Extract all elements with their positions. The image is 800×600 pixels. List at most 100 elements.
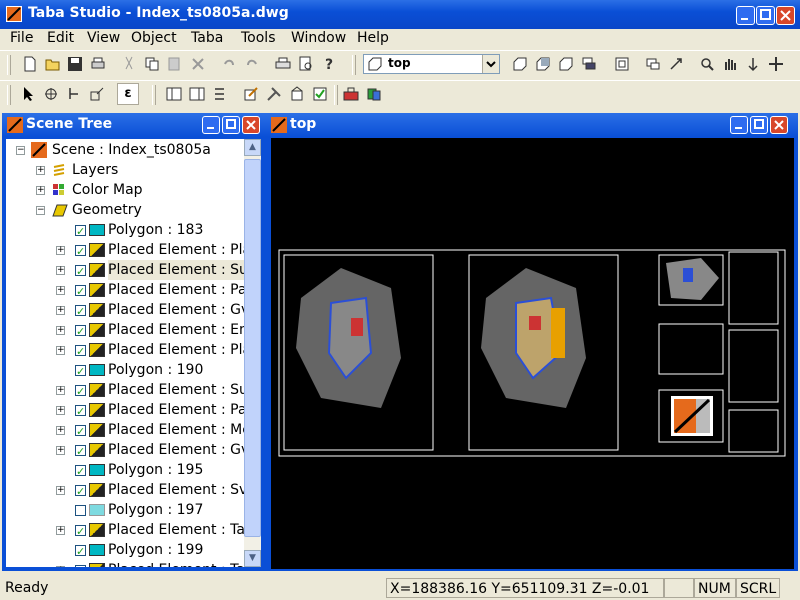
- expand-icon[interactable]: +: [56, 286, 65, 295]
- blank-sheet-2[interactable]: [658, 323, 724, 375]
- select-branch-icon[interactable]: [66, 86, 82, 102]
- pane-close-button[interactable]: [242, 116, 260, 134]
- visibility-checkbox[interactable]: [75, 562, 86, 567]
- visibility-checkbox[interactable]: [75, 342, 86, 362]
- expand-icon[interactable]: +: [56, 566, 65, 567]
- layer-export-icon[interactable]: [343, 86, 359, 102]
- print-icon[interactable]: [275, 56, 291, 72]
- pan-hand-icon[interactable]: [722, 56, 738, 72]
- visibility-checkbox[interactable]: [75, 482, 86, 502]
- view-front-icon[interactable]: [512, 56, 528, 72]
- menu-view[interactable]: View: [87, 29, 120, 48]
- move-icon[interactable]: [768, 56, 784, 72]
- cut-icon[interactable]: [121, 56, 137, 72]
- blank-sheet-3[interactable]: [728, 329, 779, 403]
- visibility-checkbox[interactable]: [75, 382, 86, 402]
- edit-properties-icon[interactable]: [243, 86, 259, 102]
- visibility-checkbox[interactable]: [75, 302, 86, 322]
- expand-icon[interactable]: +: [56, 406, 65, 415]
- settings-icon[interactable]: [289, 86, 305, 102]
- tree-icon[interactable]: [212, 86, 228, 102]
- expand-icon[interactable]: +: [36, 186, 45, 195]
- view-select[interactable]: top: [363, 54, 500, 74]
- text-mode-button[interactable]: ε: [117, 83, 139, 105]
- redo-icon[interactable]: [244, 56, 260, 72]
- zoom-icon[interactable]: [699, 56, 715, 72]
- expand-icon[interactable]: +: [56, 246, 65, 255]
- visibility-checkbox[interactable]: [75, 362, 86, 382]
- zoom-extents-icon[interactable]: [614, 56, 630, 72]
- visibility-checkbox[interactable]: [75, 402, 86, 422]
- expand-icon[interactable]: +: [56, 306, 65, 315]
- expand-icon[interactable]: +: [36, 166, 45, 175]
- menu-window[interactable]: Window: [291, 29, 346, 48]
- pane-close-button[interactable]: [770, 116, 788, 134]
- visibility-checkbox[interactable]: [75, 522, 86, 542]
- paste-icon[interactable]: [167, 56, 183, 72]
- visibility-checkbox[interactable]: [75, 322, 86, 342]
- drawing-canvas[interactable]: [271, 138, 794, 569]
- toolbar-grip[interactable]: [352, 55, 356, 75]
- expand-icon[interactable]: +: [56, 526, 65, 535]
- checkbox-tool-icon[interactable]: [312, 86, 328, 102]
- copy-icon[interactable]: [144, 56, 160, 72]
- visibility-checkbox[interactable]: [75, 422, 86, 442]
- visibility-checkbox[interactable]: [75, 242, 86, 262]
- view-iso-icon[interactable]: [558, 56, 574, 72]
- minimize-button[interactable]: [736, 6, 755, 25]
- tools-icon[interactable]: [266, 86, 282, 102]
- expand-icon[interactable]: +: [56, 486, 65, 495]
- expand-icon[interactable]: +: [56, 446, 65, 455]
- select-region-icon[interactable]: [89, 86, 105, 102]
- panel-right-icon[interactable]: [189, 86, 205, 102]
- menu-help[interactable]: Help: [357, 29, 389, 48]
- zoom-window-icon[interactable]: [645, 56, 661, 72]
- print-preview-icon[interactable]: [298, 56, 314, 72]
- collapse-icon[interactable]: −: [36, 206, 45, 215]
- collapse-icon[interactable]: −: [16, 146, 25, 155]
- new-file-icon[interactable]: [22, 56, 38, 72]
- toolbar-grip[interactable]: [7, 85, 11, 105]
- menu-edit[interactable]: Edit: [47, 29, 74, 48]
- scene-tree-scrollbar[interactable]: ▲ ▼: [244, 139, 261, 567]
- toolbar-grip[interactable]: [7, 55, 11, 75]
- layer-import-icon[interactable]: [366, 86, 382, 102]
- expand-icon[interactable]: +: [56, 426, 65, 435]
- blank-sheet-1[interactable]: [728, 251, 779, 325]
- zoom-diagonal-icon[interactable]: [668, 56, 684, 72]
- menu-file[interactable]: File: [10, 29, 33, 48]
- expand-icon[interactable]: +: [56, 386, 65, 395]
- menu-taba[interactable]: Taba: [191, 29, 223, 48]
- scroll-thumb[interactable]: [244, 159, 261, 537]
- scene-tree[interactable]: − Scene : Index_ts0805a + Layers + Color…: [6, 139, 244, 567]
- legend-sheet[interactable]: [728, 409, 779, 453]
- app-title-bar[interactable]: Taba Studio - Index_ts0805a.dwg: [0, 0, 800, 29]
- close-button[interactable]: [776, 6, 795, 25]
- expand-icon[interactable]: +: [56, 326, 65, 335]
- print-setup-icon[interactable]: [90, 56, 106, 72]
- visibility-checkbox[interactable]: [75, 262, 86, 282]
- scroll-down-icon[interactable]: ▼: [244, 550, 261, 567]
- toolbar-grip[interactable]: [152, 85, 156, 105]
- orbit-icon[interactable]: [745, 56, 761, 72]
- delete-icon[interactable]: [190, 56, 206, 72]
- visibility-checkbox[interactable]: [75, 222, 86, 242]
- undo-icon[interactable]: [221, 56, 237, 72]
- pane-maximize-button[interactable]: [750, 116, 768, 134]
- visibility-checkbox[interactable]: [75, 505, 86, 516]
- expand-icon[interactable]: +: [56, 266, 65, 275]
- visibility-checkbox[interactable]: [75, 282, 86, 302]
- menu-object[interactable]: Object: [131, 29, 177, 48]
- save-icon[interactable]: [67, 56, 83, 72]
- chevron-down-icon[interactable]: [482, 55, 499, 73]
- pane-minimize-button[interactable]: [730, 116, 748, 134]
- menu-tools[interactable]: Tools: [241, 29, 276, 48]
- view-side-icon[interactable]: [535, 56, 551, 72]
- visibility-checkbox[interactable]: [75, 542, 86, 562]
- help-icon[interactable]: ?: [321, 56, 337, 72]
- pane-maximize-button[interactable]: [222, 116, 240, 134]
- visibility-checkbox[interactable]: [75, 462, 86, 482]
- panel-left-icon[interactable]: [166, 86, 182, 102]
- maximize-button[interactable]: [756, 6, 775, 25]
- select-arrow-icon[interactable]: [20, 86, 36, 102]
